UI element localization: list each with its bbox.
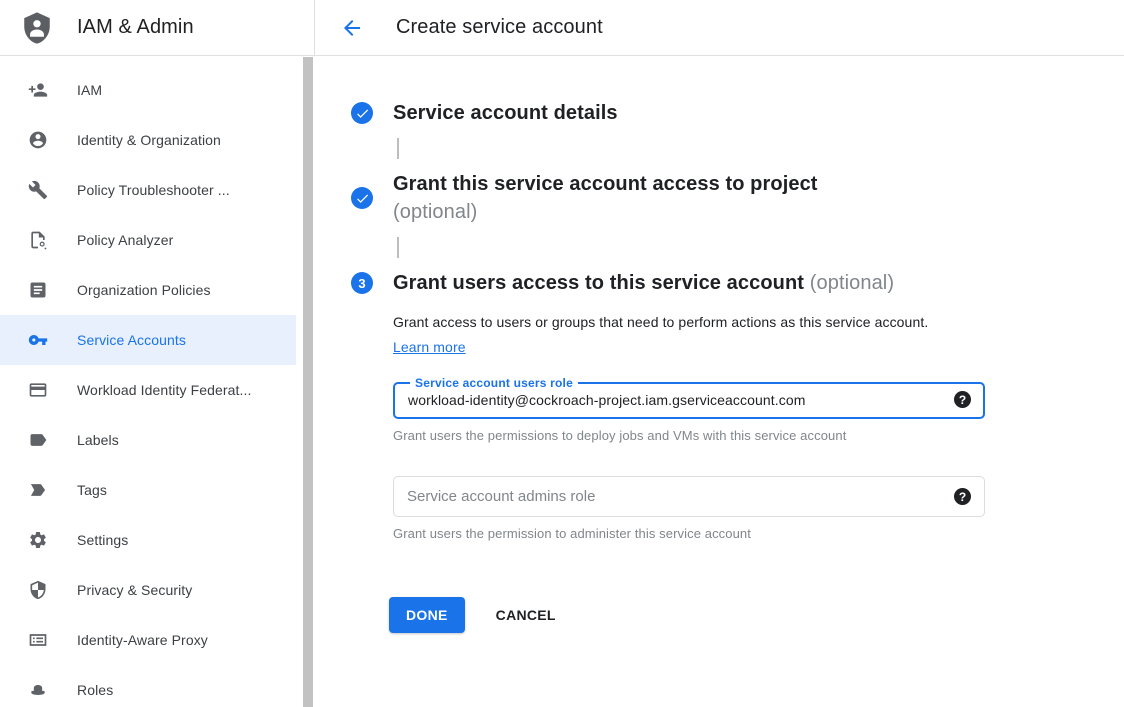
step-3-description: Grant access to users or groups that nee… [393,310,963,360]
gcp-console-window: IAM & Admin IAM Identity & Organization [0,0,1124,707]
iam-admin-shield-logo-icon [20,9,54,47]
description-text: Grant access to users or groups that nee… [393,314,928,330]
sidebar-item-label: Settings [77,532,128,548]
identity-icon [28,130,48,150]
cancel-button[interactable]: CANCEL [496,607,556,623]
step-connector [397,138,399,159]
step-3-optional-label: (optional) [810,272,894,294]
sidebar-item-label: Identity-Aware Proxy [77,632,208,648]
policy-analyzer-icon [28,230,48,250]
roles-hat-icon [28,680,48,700]
sidebar-item-privacy-security[interactable]: Privacy & Security [0,565,296,615]
step-3-number-badge: 3 [351,272,373,294]
users-role-helper-text: Grant users the permissions to deploy jo… [393,428,1124,443]
sidebar-item-service-accounts[interactable]: Service Accounts [0,315,296,365]
iam-admin-sidebar: IAM & Admin IAM Identity & Organization [0,0,315,707]
sidebar-item-policy-analyzer[interactable]: Policy Analyzer [0,215,296,265]
wrench-icon [28,180,48,200]
gear-icon [28,530,48,550]
step-2-grant-access-to-project: Grant this service account access to pro… [351,170,1124,226]
step-2-check-icon [351,187,373,209]
wizard-content: Service account details Grant this servi… [315,56,1124,633]
sidebar-nav: IAM Identity & Organization Policy Troub… [0,56,315,707]
shield-icon [28,580,48,600]
sidebar-item-label: Identity & Organization [77,132,221,148]
sidebar-item-label: Workload Identity Federat... [77,382,252,398]
person-add-icon [28,80,48,100]
sidebar-item-label: Privacy & Security [77,582,192,598]
sidebar-item-label: Organization Policies [77,282,211,298]
sidebar-item-label: Labels [77,432,119,448]
sidebar-product-title: IAM & Admin [77,16,194,39]
org-policies-icon [28,280,48,300]
back-arrow-icon[interactable] [340,16,364,40]
step-3-grant-users-access: 3 Grant users access to this service acc… [351,269,1124,297]
learn-more-link[interactable]: Learn more [393,339,466,355]
main-panel: Create service account Service account d… [315,0,1124,707]
label-icon [28,430,48,450]
sidebar-item-label: Tags [77,482,107,498]
sidebar-item-organization-policies[interactable]: Organization Policies [0,265,296,315]
step-1-title: Service account details [393,99,618,127]
users-role-input[interactable] [408,392,942,408]
sidebar-item-label: Policy Troubleshooter ... [77,182,230,198]
sidebar-item-workload-identity-federation[interactable]: Workload Identity Federat... [0,365,296,415]
step-3-body: Grant access to users or groups that nee… [393,310,1124,633]
help-icon[interactable]: ? [954,488,971,505]
admins-role-helper-text: Grant users the permission to administer… [393,526,1124,541]
step-2-optional-label: (optional) [393,198,818,226]
service-account-users-role-field: Service account users role ? [393,376,985,419]
sidebar-item-settings[interactable]: Settings [0,515,296,565]
page-header: Create service account [315,0,1124,56]
step-2-title-text: Grant this service account access to pro… [393,173,818,195]
proxy-icon [28,630,48,650]
service-accounts-key-icon [28,330,48,350]
wizard-actions: DONE CANCEL [389,597,1124,633]
users-role-field-label: Service account users role [410,376,578,390]
sidebar-item-iam[interactable]: IAM [0,65,296,115]
sidebar-item-identity-organization[interactable]: Identity & Organization [0,115,296,165]
service-account-admins-role-field: ? [393,476,985,517]
step-1-service-account-details: Service account details [351,99,1124,127]
sidebar-item-label: Service Accounts [77,332,186,348]
sidebar-item-label: Policy Analyzer [77,232,173,248]
step-2-title: Grant this service account access to pro… [393,170,818,226]
sidebar-scrollbar[interactable] [303,57,313,707]
tag-icon [28,480,48,500]
done-button[interactable]: DONE [389,597,465,633]
page-title: Create service account [396,16,603,39]
sidebar-item-roles[interactable]: Roles [0,665,296,707]
sidebar-header: IAM & Admin [0,0,315,56]
step-3-title: Grant users access to this service accou… [393,269,894,297]
step-1-check-icon [351,102,373,124]
sidebar-item-policy-troubleshooter[interactable]: Policy Troubleshooter ... [0,165,296,215]
sidebar-item-label: Roles [77,682,113,698]
sidebar-item-identity-aware-proxy[interactable]: Identity-Aware Proxy [0,615,296,665]
sidebar-item-label: IAM [77,82,102,98]
sidebar-item-tags[interactable]: Tags [0,465,296,515]
sidebar-item-labels[interactable]: Labels [0,415,296,465]
step-connector [397,237,399,258]
help-icon[interactable]: ? [954,391,971,408]
workload-identity-icon [28,380,48,400]
admins-role-input[interactable] [407,488,942,505]
step-3-title-text: Grant users access to this service accou… [393,272,804,294]
